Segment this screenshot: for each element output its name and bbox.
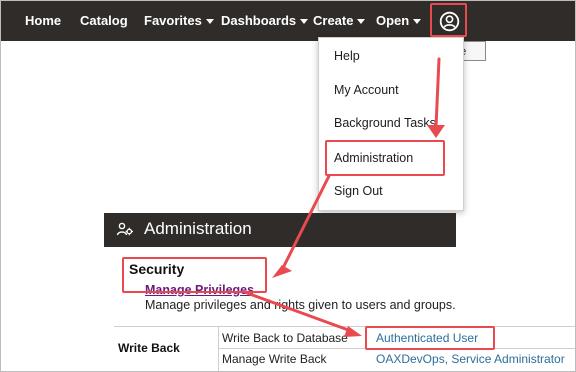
nav-home[interactable]: Home [25, 1, 61, 41]
administration-highlight-box [325, 140, 445, 176]
nav-favorites-label: Favorites [144, 13, 202, 28]
service-administrator-link[interactable]: OAXDevOps, Service Administrator [376, 352, 565, 366]
nav-open[interactable]: Open [376, 1, 422, 41]
menu-item-help[interactable]: Help [334, 49, 360, 63]
page-title: Administration [144, 219, 252, 238]
chevron-down-icon [300, 19, 309, 24]
admin-users-icon [116, 222, 133, 236]
profile-dropdown-menu: Help My Account Background Tasks Adminis… [318, 37, 464, 211]
nav-home-label: Home [25, 13, 62, 28]
profile-highlight-box [430, 3, 467, 37]
administration-header: Administration [104, 213, 456, 247]
menu-item-my-account[interactable]: My Account [334, 83, 399, 97]
arrows-overlay [245, 57, 445, 337]
nav-favorites[interactable]: Favorites [144, 1, 214, 41]
screenshot-stage: Home Catalog Favorites Dashboards Create… [0, 0, 576, 372]
chevron-down-icon [357, 19, 366, 24]
top-nav-bar: Home Catalog Favorites Dashboards Create… [1, 1, 575, 41]
nav-dashboards[interactable]: Dashboards [221, 1, 309, 41]
write-back-to-database-label: Write Back to Database [222, 331, 348, 345]
table-column-divider [218, 326, 219, 371]
chevron-down-icon [205, 19, 214, 24]
menu-item-sign-out[interactable]: Sign Out [334, 184, 383, 198]
nav-create[interactable]: Create [313, 1, 366, 41]
manage-write-back-label: Manage Write Back [222, 352, 327, 366]
nav-open-label: Open [376, 13, 410, 28]
manage-privileges-description: Manage privileges and rights given to us… [145, 298, 456, 312]
nav-dashboards-label: Dashboards [221, 13, 297, 28]
manage-privileges-highlight-box [122, 257, 267, 293]
menu-item-background-tasks[interactable]: Background Tasks [334, 116, 436, 130]
write-back-label: Write Back [118, 341, 180, 355]
write-back-table: Write Back Write Back to Database Authen… [114, 326, 575, 371]
authenticated-user-highlight-box [365, 326, 495, 350]
nav-catalog-label: Catalog [80, 13, 128, 28]
table-top-border [114, 326, 575, 327]
arrow-head-left [272, 265, 292, 278]
nav-create-label: Create [313, 13, 354, 28]
chevron-down-icon [413, 19, 422, 24]
nav-catalog[interactable]: Catalog [80, 1, 128, 41]
